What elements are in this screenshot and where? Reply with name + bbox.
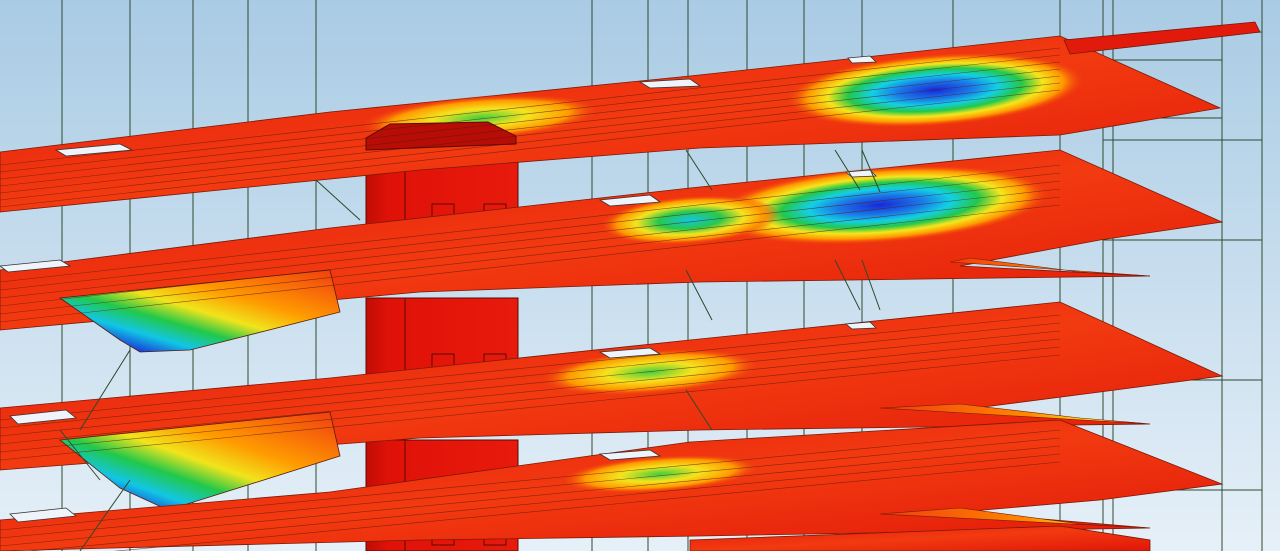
model-viewport[interactable] bbox=[0, 0, 1280, 551]
structural-model-canvas[interactable] bbox=[0, 0, 1280, 551]
